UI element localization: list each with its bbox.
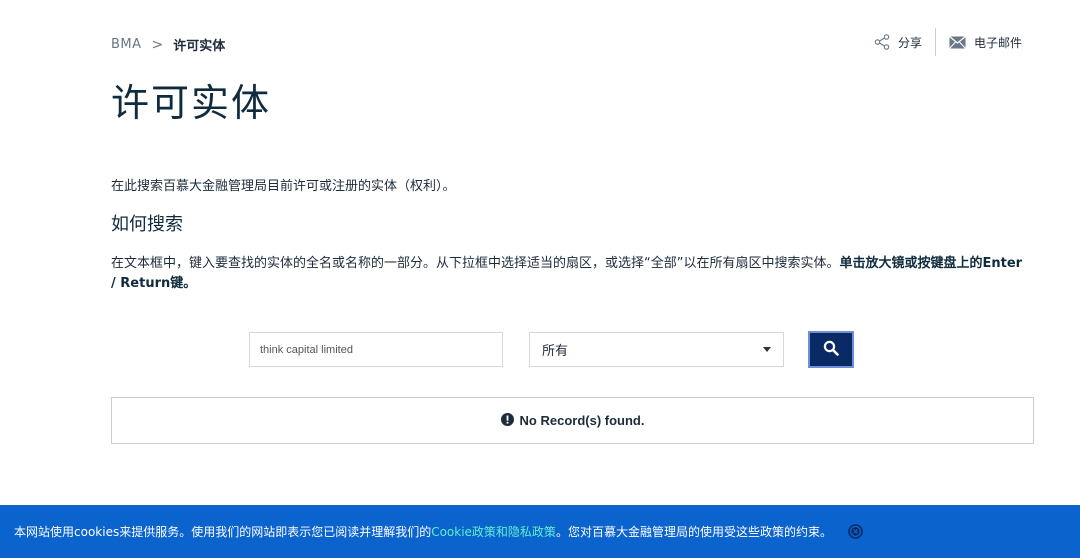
- breadcrumb-home-link[interactable]: BMA: [111, 37, 142, 52]
- share-icon: [874, 34, 890, 50]
- cookie-text-after: 。您对百慕大金融管理局的使用受这些政策的约束。: [555, 525, 832, 539]
- magnifier-icon: [823, 340, 839, 360]
- instructions-plain: 在文本框中，键入要查找的实体的全名或名称的一部分。从下拉框中选择适当的扇区，或选…: [111, 256, 840, 271]
- breadcrumb-current: 许可实体: [173, 39, 226, 54]
- search-instructions: 在文本框中，键入要查找的实体的全名或名称的一部分。从下拉框中选择适当的扇区，或选…: [111, 254, 1031, 294]
- entity-search-input[interactable]: [249, 332, 503, 367]
- search-button[interactable]: [808, 331, 854, 368]
- results-panel: No Record(s) found.: [111, 397, 1034, 444]
- email-button[interactable]: 电子邮件: [949, 28, 1022, 56]
- share-label: 分享: [897, 35, 922, 50]
- actions-divider: [934, 28, 936, 56]
- page-actions: 分享 电子邮件: [874, 28, 1022, 56]
- cookie-text-before: 本网站使用cookies来提供服务。使用我们的网站即表示您已阅读并理解我们的: [14, 525, 432, 539]
- exclamation-circle-icon: [500, 411, 514, 430]
- email-label: 电子邮件: [973, 35, 1022, 50]
- close-circle-icon[interactable]: [848, 524, 863, 539]
- sector-selected-value: 所有: [542, 344, 569, 359]
- page-title: 许可实体: [111, 81, 272, 125]
- no-records-message: No Record(s) found.: [519, 413, 645, 428]
- how-to-search-heading: 如何搜索: [111, 214, 183, 235]
- cookie-policy-link[interactable]: Cookie政策和隐私政策: [431, 523, 556, 540]
- caret-down-icon: [763, 347, 771, 352]
- intro-text: 在此搜索百慕大金融管理局目前许可或注册的实体（权利）。: [111, 179, 456, 194]
- envelope-icon: [949, 35, 966, 49]
- cookie-banner: 本网站使用cookies来提供服务。使用我们的网站即表示您已阅读并理解我们的 Co…: [0, 505, 1080, 558]
- share-button[interactable]: 分享: [874, 28, 935, 56]
- sector-select[interactable]: 所有: [529, 332, 784, 367]
- breadcrumb-separator: >: [151, 36, 164, 53]
- breadcrumb: BMA > 许可实体: [111, 35, 226, 55]
